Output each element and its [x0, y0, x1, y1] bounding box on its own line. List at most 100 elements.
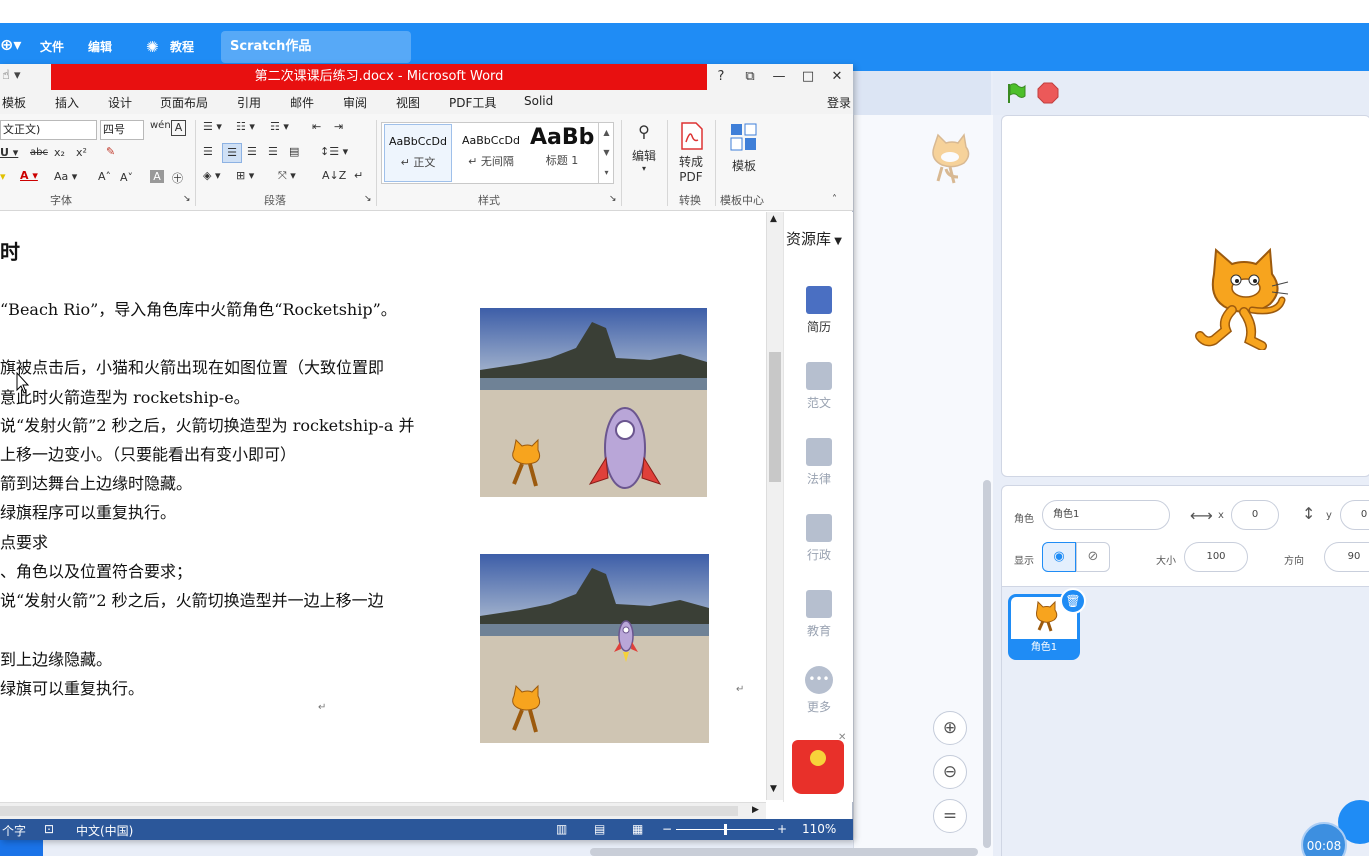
sort-icon[interactable]: A↓Z [322, 169, 346, 182]
zoom-level[interactable]: 110% [802, 822, 836, 836]
subscript-icon[interactable]: x₂ [54, 146, 65, 159]
word-count[interactable]: 个字 [2, 822, 26, 839]
scroll-thumb[interactable] [0, 806, 738, 816]
chinese-layout-icon[interactable]: ⤧ ▾ [278, 169, 296, 183]
grow-font-icon[interactable]: A˄ [98, 170, 111, 183]
style-scroll-buttons[interactable]: ▲ ▼ ▾ [598, 123, 614, 183]
zoom-out-button[interactable]: ⊖ [933, 755, 967, 789]
tab-template[interactable]: 模板 [2, 94, 26, 111]
close-promo-icon[interactable]: ✕ [838, 732, 846, 743]
menu-edit[interactable]: 编辑 [88, 37, 112, 57]
highlight-icon[interactable]: ▾ [0, 170, 6, 183]
web-layout-icon[interactable]: ▦ [632, 822, 643, 836]
language-indicator[interactable]: 中文(中国) [76, 822, 133, 839]
tab-layout[interactable]: 页面布局 [160, 94, 208, 111]
edit-button[interactable]: ⚲ 编辑 ▾ [628, 122, 660, 173]
document-vertical-scrollbar[interactable]: ▲ ▼ [766, 212, 783, 800]
direction-input[interactable]: 90 [1324, 542, 1369, 572]
underline-icon[interactable]: U ▾ [0, 146, 18, 159]
resource-item-education[interactable]: 教育 [784, 590, 854, 639]
x-input[interactable]: 0 [1231, 500, 1279, 530]
document-page[interactable]: 时 “Beach Rio”，导入角色库中火箭角色“Rocketship”。 旗被… [0, 212, 757, 807]
borders-icon[interactable]: ⊞ ▾ [236, 169, 254, 182]
login-link[interactable]: 登录 [827, 94, 851, 111]
vertical-scrollbar[interactable] [983, 480, 991, 848]
resource-item-admin[interactable]: 行政 [784, 514, 854, 563]
sprite-name-input[interactable]: 角色1 [1042, 500, 1170, 530]
convert-pdf-button[interactable]: 转成 PDF [672, 122, 710, 184]
phonetic-guide-icon[interactable]: wén [150, 120, 171, 131]
justify-icon[interactable]: ☰ [268, 145, 278, 158]
char-shading-icon[interactable]: A [150, 170, 164, 183]
resource-item-law[interactable]: 法律 [784, 438, 854, 487]
globe-icon[interactable]: ⊕▾ [0, 35, 21, 55]
show-visible-button[interactable]: ◉ [1042, 542, 1076, 572]
cat-sprite-image[interactable] [1192, 244, 1292, 350]
project-title-input[interactable]: Scratch作品 [221, 31, 411, 63]
align-center-icon[interactable]: ☰ [222, 143, 242, 163]
code-area[interactable]: ⊕ ⊖ = [853, 115, 993, 856]
ribbon-display-button[interactable]: ⧉ [739, 67, 761, 87]
scroll-down-icon[interactable]: ▼ [770, 784, 777, 794]
tab-references[interactable]: 引用 [237, 94, 261, 111]
resource-item-more[interactable]: ••• 更多 [784, 666, 854, 715]
resource-item-resume[interactable]: 简历 [784, 286, 854, 335]
document-horizontal-scrollbar[interactable]: ▶ [0, 802, 766, 819]
zoom-in-button[interactable]: ⊕ [933, 711, 967, 745]
clear-format-icon[interactable]: ✎ [106, 145, 115, 158]
scroll-up-icon[interactable]: ▲ [770, 214, 777, 224]
proofing-icon[interactable]: ⊡ [44, 822, 54, 836]
styles-dialog-launcher-icon[interactable]: ↘ [609, 194, 617, 204]
change-case-icon[interactable]: Aa ▾ [54, 170, 77, 183]
minimize-button[interactable]: — [768, 67, 790, 87]
shrink-font-icon[interactable]: A˅ [120, 171, 133, 184]
tab-pdf-tools[interactable]: PDF工具 [449, 94, 496, 111]
style-no-spacing[interactable]: AaBbCcDd ↵ 无间隔 [456, 123, 526, 183]
show-marks-icon[interactable]: ↵ [354, 169, 363, 182]
strikethrough-icon[interactable]: abc [30, 147, 48, 158]
enclose-char-icon[interactable]: ㊉ [172, 170, 183, 186]
beach-image-2[interactable] [480, 554, 709, 743]
menu-tutorial[interactable]: 教程 [170, 37, 194, 57]
tab-review[interactable]: 审阅 [343, 94, 367, 111]
bullets-icon[interactable]: ☰ ▾ [203, 120, 222, 133]
stop-sign-icon[interactable] [1037, 82, 1059, 104]
touch-mode-icon[interactable]: ☝ ▾ [2, 68, 21, 83]
tab-insert[interactable]: 插入 [55, 94, 79, 111]
size-input[interactable]: 100 [1184, 542, 1248, 572]
resource-header[interactable]: 资源库 ▼ [786, 228, 842, 249]
menu-file[interactable]: 文件 [40, 37, 64, 57]
tab-design[interactable]: 设计 [108, 94, 132, 111]
read-mode-icon[interactable]: ▥ [556, 822, 567, 836]
close-button[interactable]: ✕ [826, 67, 848, 87]
beach-image-1[interactable] [480, 308, 707, 497]
tab-view[interactable]: 视图 [396, 94, 420, 111]
tab-solid[interactable]: Solid [524, 94, 553, 108]
line-spacing-icon[interactable]: ↕☰ ▾ [320, 145, 348, 158]
align-right-icon[interactable]: ☰ [247, 145, 257, 158]
scroll-thumb[interactable] [769, 352, 781, 482]
font-color-icon[interactable]: A ▾ [20, 169, 38, 182]
promo-gift-icon[interactable] [792, 740, 844, 794]
superscript-icon[interactable]: x² [76, 146, 87, 159]
font-dialog-launcher-icon[interactable]: ↘ [183, 194, 191, 204]
zoom-slider-thumb[interactable] [724, 824, 727, 835]
delete-sprite-icon[interactable]: 🗑 [1060, 588, 1086, 614]
numbering-icon[interactable]: ☷ ▾ [236, 120, 255, 133]
show-hidden-button[interactable]: ⊘ [1076, 542, 1110, 572]
print-layout-icon[interactable]: ▤ [594, 822, 605, 836]
green-flag-icon[interactable] [1005, 82, 1027, 104]
style-heading-1[interactable]: AaBb 标题 1 [530, 123, 594, 183]
help-button[interactable]: ? [710, 67, 732, 87]
decrease-indent-icon[interactable]: ⇤ [312, 120, 321, 133]
shading-icon[interactable]: ◈ ▾ [203, 169, 220, 182]
stage[interactable] [1001, 115, 1369, 477]
zoom-out-icon[interactable]: − [662, 822, 672, 836]
resource-item-sample[interactable]: 范文 [784, 362, 854, 411]
distributed-icon[interactable]: ▤ [289, 145, 299, 158]
font-name-combo[interactable]: 文正文) [0, 120, 97, 140]
style-normal[interactable]: AaBbCcDd ↵ 正文 [384, 124, 452, 182]
tab-mailings[interactable]: 邮件 [290, 94, 314, 111]
template-button[interactable]: 模板 [722, 122, 766, 174]
multilevel-list-icon[interactable]: ☶ ▾ [270, 120, 289, 133]
